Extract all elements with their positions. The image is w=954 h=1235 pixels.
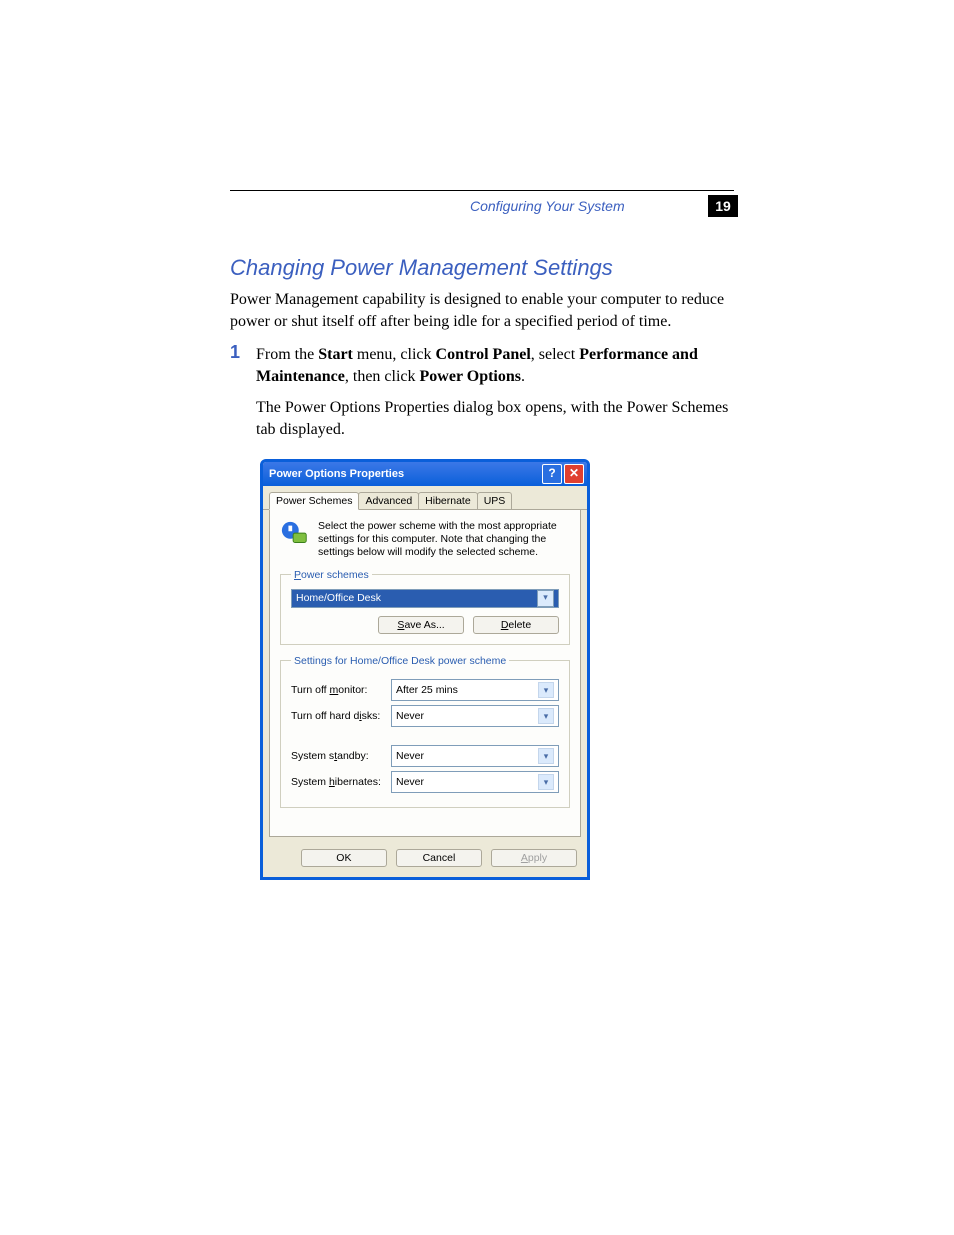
help-icon[interactable]: ? (542, 464, 562, 484)
setting-disks: Turn off hard disks:Turn off hard disks:… (291, 705, 559, 727)
section-intro: Power Management capability is designed … (230, 289, 740, 332)
text: menu, click (353, 346, 436, 363)
text: From the (256, 346, 318, 363)
setting-hibernate: System hibernates:System hibernates: Nev… (291, 771, 559, 793)
power-options-dialog: Power Options Properties ? ✕ Power Schem… (260, 459, 590, 880)
monitor-select[interactable]: After 25 mins ▾ (391, 679, 559, 701)
setting-monitor: Turn off monitor:Turn off monitor: After… (291, 679, 559, 701)
kw-start: Start (318, 346, 353, 363)
tab-advanced[interactable]: Advanced (358, 492, 419, 509)
step-instruction: From the Start menu, click Control Panel… (256, 344, 740, 387)
delete-button[interactable]: DeleteDelete (473, 616, 559, 634)
disks-select[interactable]: Never ▾ (391, 705, 559, 727)
chevron-down-icon: ▾ (538, 708, 554, 724)
tab-body: Select the power scheme with the most ap… (269, 510, 581, 837)
chevron-down-icon: ▾ (538, 748, 554, 764)
titlebar: Power Options Properties ? ✕ (263, 462, 587, 486)
text: , select (531, 346, 579, 363)
chevron-down-icon: ▾ (538, 774, 554, 790)
description-row: Select the power scheme with the most ap… (280, 520, 570, 559)
dialog-title: Power Options Properties (269, 468, 540, 480)
kw-power-options: Power Options (420, 368, 521, 385)
setting-standby: System standby:System standby: Never ▾ (291, 745, 559, 767)
standby-select[interactable]: Never ▾ (391, 745, 559, 767)
close-icon[interactable]: ✕ (564, 464, 584, 484)
chevron-down-icon: ▾ (537, 590, 554, 607)
settings-legend: Settings for Home/Office Desk power sche… (291, 655, 509, 667)
section-title: Changing Power Management Settings (230, 255, 740, 281)
tab-power-schemes[interactable]: Power Schemes (269, 492, 359, 510)
cancel-button[interactable]: Cancel (396, 849, 482, 867)
description-text: Select the power scheme with the most ap… (318, 520, 570, 559)
tab-hibernate[interactable]: Hibernate (418, 492, 478, 509)
save-as-button[interactable]: Save As...Save As... (378, 616, 464, 634)
power-icon (280, 520, 310, 546)
kw-control-panel: Control Panel (436, 346, 531, 363)
hibernate-select[interactable]: Never ▾ (391, 771, 559, 793)
hibernate-label: System hibernates:System hibernates: (291, 776, 391, 788)
hibernate-value: Never (396, 776, 424, 788)
standby-label: System standby:System standby: (291, 750, 391, 762)
standby-value: Never (396, 750, 424, 762)
step-result: The Power Options Properties dialog box … (256, 397, 740, 440)
tab-ups[interactable]: UPS (477, 492, 513, 509)
scheme-selected-value: Home/Office Desk (296, 592, 381, 604)
tabs-row: Power Schemes Advanced Hibernate UPS (263, 486, 587, 510)
text: , then click (345, 368, 420, 385)
step-1: 1 From the Start menu, click Control Pan… (230, 344, 740, 440)
chevron-down-icon: ▾ (538, 682, 554, 698)
apply-button[interactable]: ApplyApply (491, 849, 577, 867)
ok-button[interactable]: OK (301, 849, 387, 867)
settings-group: Settings for Home/Office Desk power sche… (280, 655, 570, 808)
dialog-footer: OK Cancel ApplyApply (263, 843, 587, 877)
text: . (521, 368, 525, 385)
disks-label: Turn off hard disks:Turn off hard disks: (291, 710, 391, 722)
monitor-label: Turn off monitor:Turn off monitor: (291, 684, 391, 696)
scheme-select[interactable]: Home/Office Desk ▾ (291, 589, 559, 608)
step-number: 1 (230, 342, 240, 363)
schemes-legend: PPower schemesower schemes (291, 569, 372, 581)
monitor-value: After 25 mins (396, 684, 458, 696)
disks-value: Never (396, 710, 424, 722)
schemes-group: PPower schemesower schemes Home/Office D… (280, 569, 570, 645)
